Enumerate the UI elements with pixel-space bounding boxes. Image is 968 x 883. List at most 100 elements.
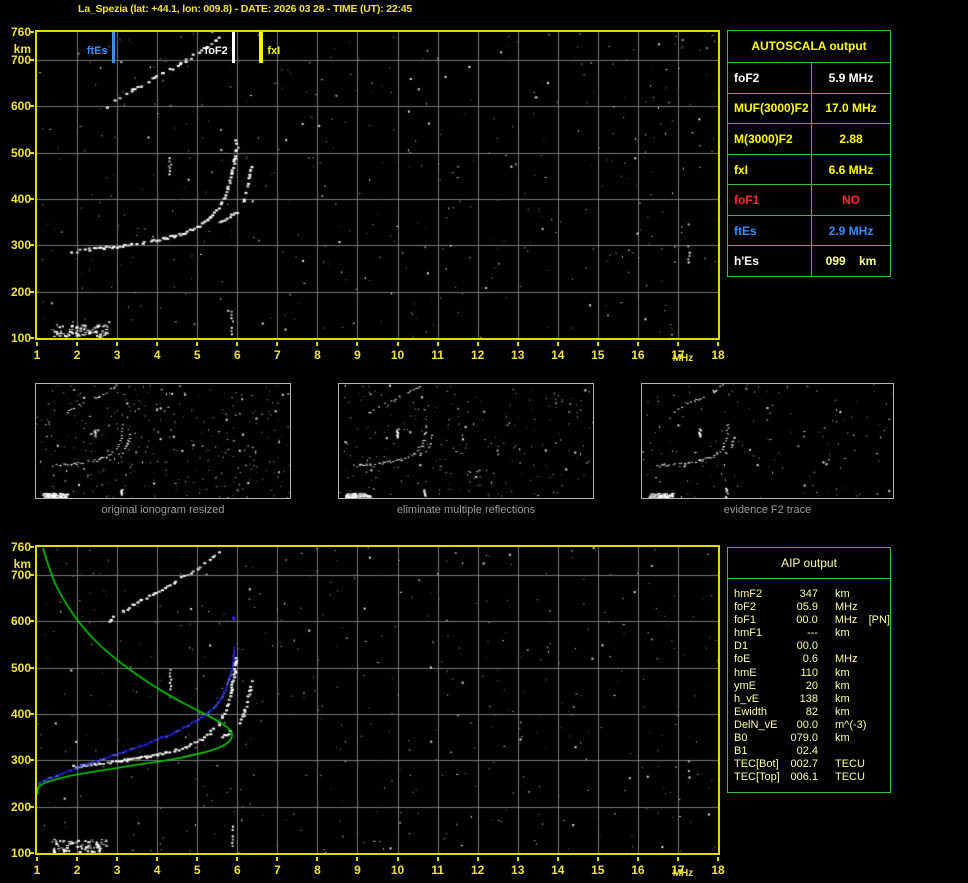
x-axis-tick-mark — [196, 857, 199, 861]
x-axis-tick-label: 8 — [314, 348, 321, 362]
aip-row-unit: km — [835, 627, 850, 640]
x-axis-unit-label: MHz — [672, 868, 694, 879]
x-axis-tick-mark — [156, 342, 159, 346]
aip-row-label: TEC[Top] — [734, 771, 780, 784]
x-axis-tick-label: 4 — [153, 348, 161, 362]
x-axis-tick-label: 15 — [591, 348, 605, 362]
aip-output-table: AIP output hmF2 347 km foF2 05.9 MHz foF1 00.0 M… — [727, 547, 891, 793]
x-axis-tick-mark — [596, 342, 599, 346]
x-axis-tick-label: 10 — [390, 348, 405, 362]
aip-row-label: TEC[Bot] — [734, 758, 779, 771]
x-axis-tick-mark — [717, 857, 719, 861]
aip-row-hve: h_vE 138 km — [734, 693, 890, 706]
x-axis-tick-mark — [636, 857, 639, 861]
aip-row-unit: km — [835, 588, 850, 600]
autoscala-table-header: AUTOSCALA output — [751, 39, 867, 53]
y-axis-tick-mark — [30, 105, 34, 108]
y-axis-tick-mark — [30, 244, 34, 247]
y-axis-tick-mark — [30, 31, 34, 33]
x-axis-tick-mark — [236, 857, 239, 861]
autoscala-row-label: ftEs — [728, 215, 812, 246]
autoscala-row-ftes: ftEs 2.9 MHz — [728, 214, 890, 246]
aip-row-unit: km — [835, 692, 850, 705]
y-axis-tick-label: 500 — [10, 660, 31, 675]
aip-row-value: 82 — [805, 705, 818, 718]
x-axis-tick-mark — [116, 857, 119, 861]
x-axis-tick-label: 13 — [511, 863, 525, 877]
x-axis-tick-label: 18 — [711, 863, 725, 877]
autoscala-row-value: 099 km — [825, 254, 877, 269]
marker-line-ftes — [111, 32, 115, 63]
y-axis-tick-label: 300 — [10, 753, 31, 768]
x-axis-tick-mark — [76, 857, 79, 861]
autoscala-row-label: h'Es — [728, 246, 812, 277]
x-axis-tick-mark — [116, 342, 119, 346]
aip-row-hme: hmE 110 km — [734, 667, 890, 680]
y-axis-tick-mark — [30, 620, 34, 623]
autoscala-row-hes: h'Es 099 km — [728, 245, 890, 277]
aip-row-value: 02.4 — [796, 745, 818, 758]
autoscala-row-muf3000f2: MUF(3000)F2 17.0 MHz — [728, 92, 890, 124]
aip-row-yme: ymE 20 km — [734, 680, 890, 693]
aip-row-unit — [835, 640, 865, 653]
aip-row-unit: MHz — [835, 601, 858, 614]
autoscala-row-value: 5.9 MHz — [828, 70, 874, 85]
ionogram-plot-bottom — [35, 545, 720, 855]
thumbnail-canvas-original — [36, 384, 290, 498]
y-axis-tick-mark — [30, 58, 34, 61]
thumbnail-caption-eliminate: eliminate multiple reflections — [396, 504, 536, 516]
aip-row-label: DelN_vE — [734, 718, 778, 731]
x-axis-tick-mark — [676, 342, 679, 346]
aip-row-label: B0 — [734, 732, 748, 745]
x-axis-tick-label: 14 — [551, 348, 565, 362]
x-axis-tick-label: 10 — [390, 863, 405, 877]
y-axis-tick-mark — [30, 805, 34, 808]
x-axis-tick-mark — [196, 342, 199, 346]
x-axis-tick-mark — [236, 342, 239, 346]
ionogram-canvas-bottom — [37, 547, 718, 853]
x-axis-tick-mark — [476, 857, 479, 861]
x-axis-tick-mark — [636, 342, 639, 346]
marker-label-ftes: ftEs — [86, 45, 108, 57]
autoscala-row-label: M(3000)F2 — [728, 124, 812, 154]
x-axis-tick-label: 4 — [153, 863, 161, 877]
aip-row-label: foF1 — [734, 614, 757, 627]
autoscala-row-value: 2.88 — [839, 131, 863, 146]
x-axis-tick-label: 6 — [233, 348, 241, 362]
y-axis-tick-mark — [30, 290, 34, 293]
y-axis-unit-label: km — [13, 557, 31, 572]
autoscala-row-value: 17.0 MHz — [825, 101, 877, 116]
x-axis-tick-label: 1 — [33, 348, 41, 362]
autoscala-row-value: 6.6 MHz — [828, 162, 874, 177]
x-axis-tick-label: 11 — [431, 863, 444, 877]
y-axis-tick-label: 600 — [10, 614, 31, 629]
autoscala-row-label: MUF(3000)F2 — [728, 93, 812, 124]
x-axis-tick-label: 3 — [113, 348, 121, 362]
y-axis-unit-label: km — [13, 42, 31, 57]
x-axis-tick-mark — [316, 342, 319, 346]
autoscala-row-fof2: foF2 5.9 MHz — [728, 62, 890, 93]
thumbnail-original-ionogram — [35, 383, 291, 499]
aip-row-value: 00.0 — [796, 718, 818, 731]
x-axis-tick-label: 3 — [113, 863, 121, 877]
x-axis-tick-mark — [36, 342, 38, 346]
x-axis-tick-label: 2 — [73, 863, 81, 877]
aip-row-label: B1 — [734, 745, 748, 758]
aip-row-b1: B1 02.4 — [734, 745, 890, 758]
x-axis-tick-label: 12 — [470, 863, 485, 877]
station-title: La_Spezia (lat: +44.1, lon: 009.8) - DAT… — [78, 3, 413, 15]
x-axis-tick-mark — [36, 857, 38, 861]
autoscala-output-table: AUTOSCALA output foF2 5.9 MHz MUF(3000)F2 1… — [727, 30, 891, 277]
aip-row-label: ymE — [734, 679, 756, 692]
x-axis-tick-mark — [276, 857, 279, 861]
aip-row-unit: MHz — [834, 614, 858, 627]
y-axis-tick-mark — [30, 712, 34, 715]
aip-row-label: foE — [734, 653, 751, 666]
autoscala-window: La_Spezia (lat: +44.1, lon: 009.8) - DAT… — [0, 0, 968, 883]
aip-row-unit: TECU — [835, 758, 865, 771]
x-axis-unit-label: MHz — [672, 353, 694, 364]
aip-row-value: 20 — [805, 679, 818, 692]
marker-line-fxi — [259, 32, 264, 63]
aip-row-unit: km — [835, 705, 850, 718]
thumbnail-evidence-f2 — [641, 383, 894, 499]
